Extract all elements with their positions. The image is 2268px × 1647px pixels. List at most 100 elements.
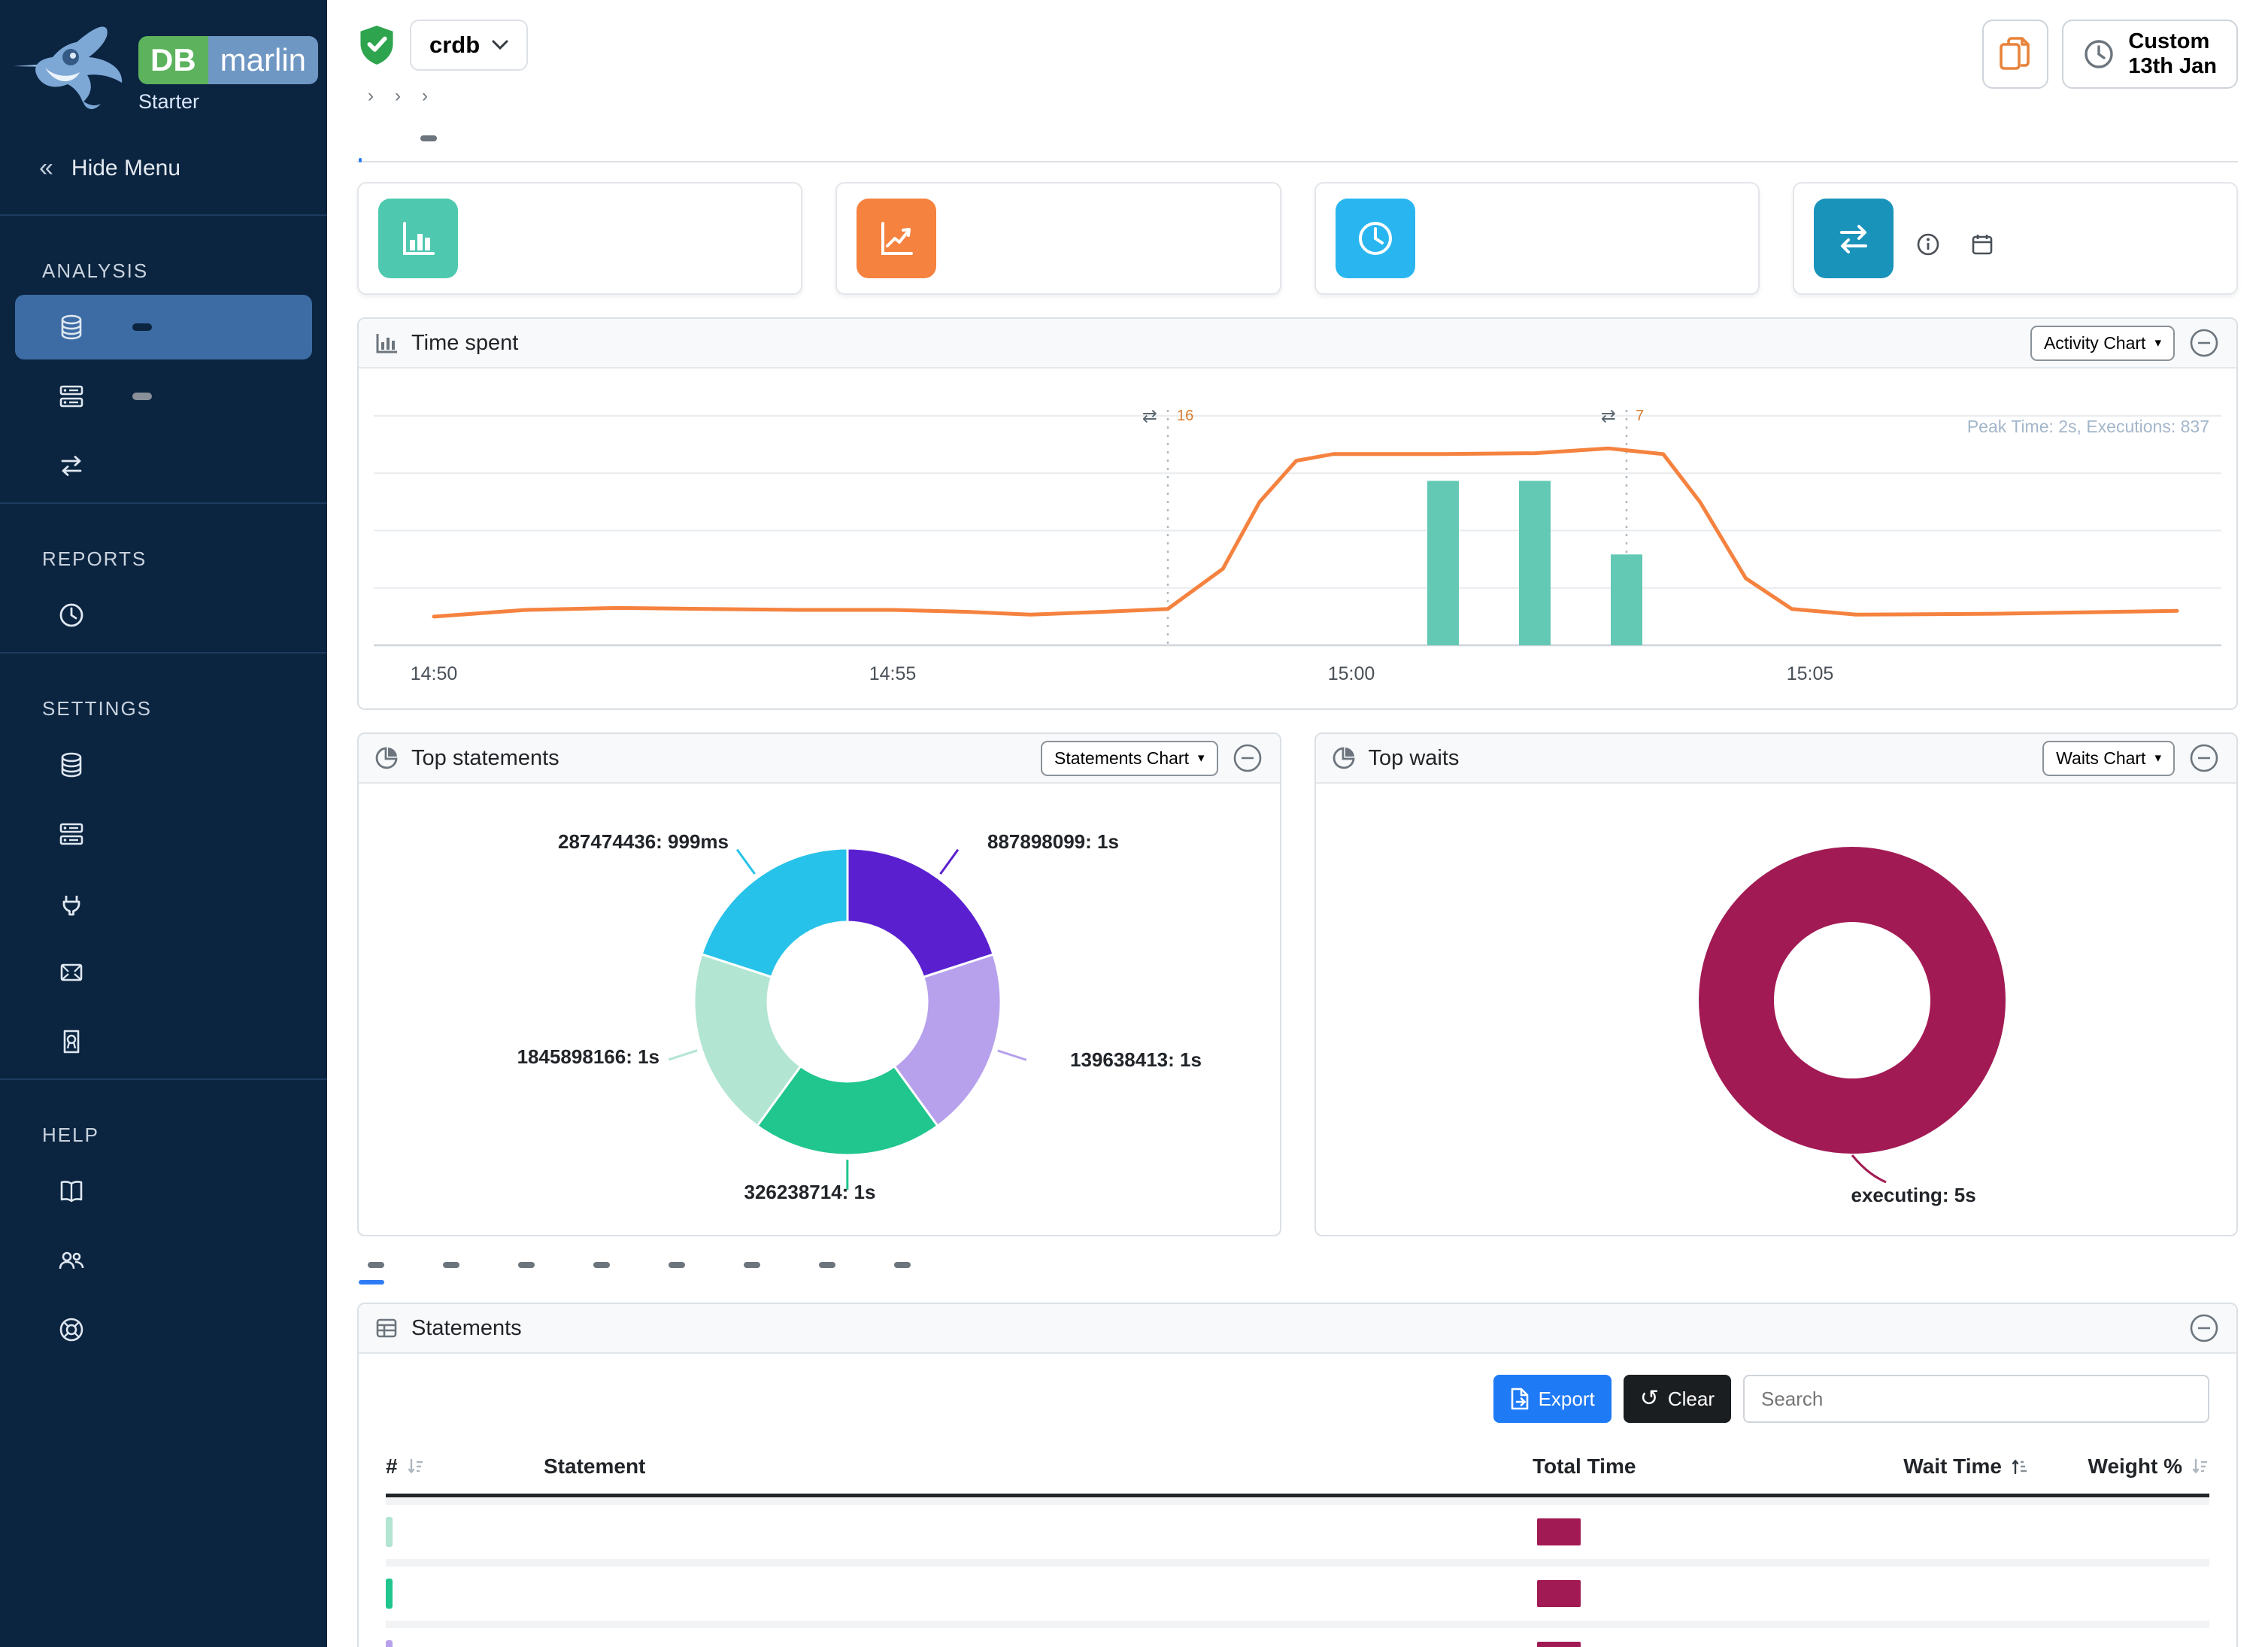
dbmarlin-logo: DB marlin xyxy=(138,36,318,84)
activity-chart[interactable]: Peak Time: 2s, Executions: 837 ⇄16⇄714:5… xyxy=(359,369,2236,708)
statement-id-cell xyxy=(386,1579,544,1609)
svg-text:16: 16 xyxy=(1177,408,1193,424)
metric-card-changes[interactable] xyxy=(1793,182,2238,295)
statement-color-tick xyxy=(386,1640,393,1647)
detail-tab-clients[interactable] xyxy=(659,1266,685,1285)
panel-title: Statements xyxy=(411,1316,522,1341)
calendar-icon xyxy=(1970,232,1994,256)
detail-tab-badge xyxy=(744,1262,760,1268)
breadcrumb: ››› xyxy=(357,86,2238,107)
undo-icon: ↺ xyxy=(1640,1388,1659,1410)
activity-chart-menu[interactable]: Activity Chart ▾ xyxy=(2030,326,2175,361)
donut-slice-label: 1845898166: 1s xyxy=(449,1045,659,1069)
detail-tab-waits[interactable] xyxy=(434,1266,459,1285)
detail-tab-statements[interactable] xyxy=(359,1266,384,1285)
sidebar-item-hosts[interactable] xyxy=(15,802,312,866)
sidebar-item-time-comparison[interactable] xyxy=(15,583,312,648)
table-row xyxy=(386,1621,2209,1647)
sidebar-item-community[interactable] xyxy=(15,1228,312,1293)
sidebar-item-database-instances[interactable] xyxy=(15,733,312,797)
sidebar-item-documentation[interactable] xyxy=(15,1159,312,1224)
svg-text:⇄: ⇄ xyxy=(1601,405,1616,426)
export-button[interactable]: Export xyxy=(1493,1375,1612,1423)
table-row xyxy=(386,1497,2209,1559)
sidebar-item-support[interactable] xyxy=(15,1297,312,1362)
column-header-total-time[interactable]: Total Time xyxy=(1533,1454,1758,1479)
sidebar-item-change-history[interactable] xyxy=(15,433,312,498)
instance-selector[interactable]: crdb xyxy=(410,20,528,71)
sidebar-item-licences[interactable] xyxy=(15,1009,312,1074)
caret-down-icon: ▾ xyxy=(2154,335,2161,350)
waits-chart-menu[interactable]: Waits Chart ▾ xyxy=(2042,741,2175,776)
column-header-wait-time[interactable]: Wait Time xyxy=(1758,1454,2029,1479)
caret-down-icon: ▾ xyxy=(1198,751,1205,766)
total-time-bar xyxy=(1537,1642,1581,1647)
collapse-panel-button[interactable] xyxy=(1232,742,1263,774)
chart-bars-icon xyxy=(375,332,398,354)
tab-database-statistics[interactable] xyxy=(487,132,490,161)
server-icon xyxy=(57,820,86,848)
detail-tab-changes[interactable] xyxy=(885,1266,911,1285)
collapse-panel-button[interactable] xyxy=(2188,742,2220,774)
detail-tab-sessions[interactable] xyxy=(584,1266,610,1285)
table-row xyxy=(386,1559,2209,1621)
time-range-button[interactable]: Custom 13th Jan xyxy=(2062,20,2238,89)
sidebar-sections: ANALYSIS REPORTS SETTINGS xyxy=(0,214,327,1362)
column-header-statement[interactable]: Statement xyxy=(544,1454,1533,1479)
clear-button[interactable]: ↺ Clear xyxy=(1624,1375,1731,1423)
search-input[interactable] xyxy=(1743,1375,2209,1423)
detail-tab-programs[interactable] xyxy=(810,1266,835,1285)
column-header-id[interactable]: # xyxy=(386,1454,544,1479)
collapse-panel-button[interactable] xyxy=(2188,327,2220,359)
time-range-line1: Custom xyxy=(2128,29,2217,54)
svg-text:15:05: 15:05 xyxy=(1787,663,1834,684)
top-actions: Custom 13th Jan xyxy=(1982,20,2238,89)
brand-logo: DB marlin Starter xyxy=(0,0,327,123)
line-chart-icon xyxy=(857,199,936,278)
copy-link-button[interactable] xyxy=(1982,20,2048,89)
clear-label: Clear xyxy=(1668,1388,1715,1411)
tab-host-metrics[interactable] xyxy=(410,132,438,161)
collapse-panel-button[interactable] xyxy=(2188,1312,2220,1344)
detail-tab-badge xyxy=(669,1262,685,1268)
detail-tab-databases[interactable] xyxy=(509,1266,535,1285)
column-header-weight[interactable]: Weight % xyxy=(2029,1454,2209,1479)
metric-card-db-time[interactable] xyxy=(357,182,802,295)
database-icon xyxy=(57,314,86,341)
detail-tabs xyxy=(357,1266,2238,1285)
statements-chart-menu[interactable]: Statements Chart ▾ xyxy=(1041,741,1218,776)
sidebar-item-database-instances[interactable] xyxy=(15,295,312,359)
statements-donut-chart[interactable]: 887898099: 1s139638413: 1s326238714: 1s1… xyxy=(359,784,1280,1235)
hide-menu-button[interactable]: « Hide Menu xyxy=(0,123,327,214)
clock-icon xyxy=(2083,38,2115,70)
detail-tab-badge xyxy=(894,1262,911,1268)
sidebar-item-hosts[interactable] xyxy=(15,364,312,429)
metric-card-executions[interactable] xyxy=(835,182,1281,295)
detail-tab-users[interactable] xyxy=(735,1266,760,1285)
sidebar-item-integrations[interactable] xyxy=(15,871,312,936)
time-spent-panel: Time spent Activity Chart ▾ Peak Time: 2… xyxy=(357,317,2238,710)
swap-icon xyxy=(57,452,86,479)
donut-slice-label: executing: 5s xyxy=(1851,1184,1976,1207)
sidebar-item-event-types[interactable] xyxy=(15,940,312,1005)
collapse-chevrons-icon: « xyxy=(39,153,53,183)
plug-icon xyxy=(57,890,86,917)
sidebar-section-title: ANALYSIS xyxy=(0,216,327,290)
statements-table: # Statement Total Time Wait Time Weight … xyxy=(359,1441,2236,1647)
metric-card-average-time[interactable] xyxy=(1314,182,1760,295)
main-tabs xyxy=(357,132,2238,162)
support-icon xyxy=(57,1316,86,1343)
breadcrumb-separator: › xyxy=(422,86,428,107)
main-area: crdb ››› xyxy=(327,0,2268,1647)
tab-database-activity[interactable] xyxy=(359,132,362,161)
tab-badge xyxy=(420,135,437,141)
instance-name: crdb xyxy=(429,32,480,59)
donut-slice-label: 287474436: 999ms xyxy=(434,830,729,854)
waits-donut-chart[interactable]: executing: 5s xyxy=(1316,784,2237,1235)
svg-text:7: 7 xyxy=(1636,408,1644,424)
copy-icon xyxy=(1998,35,2033,73)
content: Time spent Activity Chart ▾ Peak Time: 2… xyxy=(327,162,2268,1647)
plan-tier-label: Starter xyxy=(138,90,318,114)
activity-chart-menu-label: Activity Chart xyxy=(2044,333,2145,353)
health-shield-icon xyxy=(357,24,396,66)
